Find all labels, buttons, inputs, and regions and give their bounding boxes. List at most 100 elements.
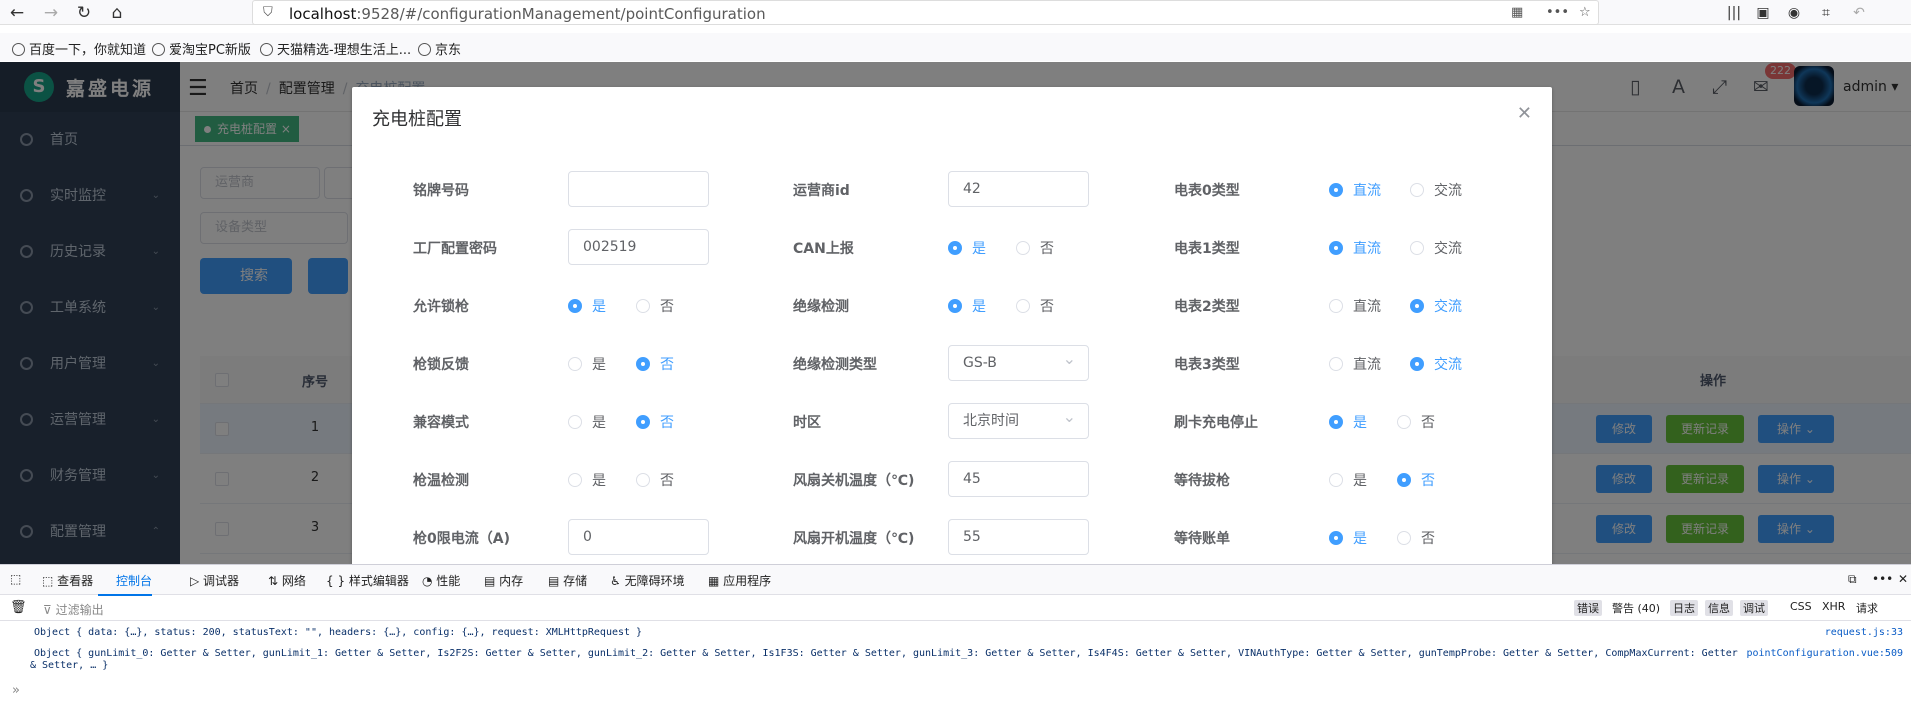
nameplate-input[interactable] bbox=[568, 171, 709, 207]
bookmark-item[interactable]: 天猫精选-理想生活上... bbox=[260, 39, 411, 58]
wait-unplug-no-radio[interactable]: 否 bbox=[1397, 470, 1435, 490]
config-dialog: 充电桩配置 ✕ 铭牌号码 工厂配置密码 002519 允许锁枪 是 否 枪锁反馈… bbox=[352, 87, 1552, 564]
devtools-tabs: ⬚ ⬚ 查看器 控制台 ▷ 调试器 ⇅ 网络 { } 样式编辑器 ◔ 性能 ▤ … bbox=[0, 565, 1911, 596]
star-icon[interactable]: ☆ bbox=[1579, 5, 1591, 20]
qr-code-icon[interactable]: ▦ bbox=[1511, 5, 1523, 20]
globe-icon bbox=[260, 43, 273, 56]
meter0-dc-radio[interactable]: 直流 bbox=[1329, 180, 1381, 200]
compat-no-radio[interactable]: 否 bbox=[636, 412, 674, 432]
close-icon[interactable]: ✕ bbox=[1898, 572, 1908, 586]
undo-icon[interactable]: ↶ bbox=[1848, 2, 1870, 24]
card-stop-yes-radio[interactable]: 是 bbox=[1329, 412, 1367, 432]
meter2-dc-radio[interactable]: 直流 bbox=[1329, 296, 1381, 316]
tab-storage[interactable]: ▤ 存储 bbox=[548, 572, 587, 589]
wait-unplug-yes-radio[interactable]: 是 bbox=[1329, 470, 1367, 490]
source-link[interactable]: pointConfiguration.vue:509 bbox=[1746, 648, 1903, 659]
tab-debugger[interactable]: ▷ 调试器 bbox=[190, 572, 239, 589]
gun0-limit-input[interactable]: 0 bbox=[568, 519, 709, 555]
allow-lock-no-radio[interactable]: 否 bbox=[636, 296, 674, 316]
insulation-no-radio[interactable]: 否 bbox=[1016, 296, 1054, 316]
shield-icon: ⛉ bbox=[263, 5, 273, 20]
account-icon[interactable]: ◉ bbox=[1783, 2, 1805, 24]
fan-on-temp-label: 风扇开机温度（℃) bbox=[793, 531, 915, 547]
filter-input[interactable]: ⊽ 过滤输出 bbox=[43, 601, 104, 618]
level-errors[interactable]: 错误 bbox=[1574, 600, 1602, 616]
can-report-label: CAN上报 bbox=[793, 241, 854, 257]
card-stop-no-radio[interactable]: 否 bbox=[1397, 412, 1435, 432]
dock-icon[interactable]: ⧉ bbox=[1848, 572, 1857, 587]
meter3-ac-radio[interactable]: 交流 bbox=[1410, 354, 1462, 374]
timezone-select[interactable]: 北京时间 bbox=[948, 400, 1089, 439]
fan-on-temp-input[interactable]: 55 bbox=[948, 519, 1089, 555]
console-message-cont: & Setter, … } bbox=[30, 660, 109, 671]
gun0-limit-label: 枪0限电流（A) bbox=[413, 531, 510, 547]
tab-application[interactable]: ▦ 应用程序 bbox=[708, 572, 771, 589]
bookmark-item[interactable]: 京东 bbox=[418, 39, 461, 58]
can-no-radio[interactable]: 否 bbox=[1016, 238, 1054, 258]
url-text: localhost:9528/#/configurationManagement… bbox=[289, 5, 766, 23]
close-icon[interactable]: ✕ bbox=[1517, 103, 1532, 124]
insulation-yes-radio[interactable]: 是 bbox=[948, 296, 986, 316]
more-icon[interactable]: ••• bbox=[1872, 572, 1893, 586]
globe-icon bbox=[152, 43, 165, 56]
url-bar[interactable]: ⛉ localhost:9528/#/configurationManageme… bbox=[252, 0, 1599, 25]
trash-icon[interactable]: 🗑 bbox=[10, 600, 27, 615]
level-warnings[interactable]: 警告 (40) bbox=[1612, 600, 1660, 616]
tab-accessibility[interactable]: ♿ 无障碍环境 bbox=[610, 572, 685, 589]
allow-lock-yes-radio[interactable]: 是 bbox=[568, 296, 606, 316]
nameplate-label: 铭牌号码 bbox=[413, 183, 469, 199]
console-message[interactable]: Object { gunLimit_0: Getter & Setter, gu… bbox=[0, 648, 1911, 659]
can-yes-radio[interactable]: 是 bbox=[948, 238, 986, 258]
pick-element-icon[interactable]: ⬚ bbox=[10, 572, 21, 586]
console-prompt[interactable]: » bbox=[12, 683, 20, 698]
filter-css[interactable]: CSS bbox=[1790, 600, 1812, 613]
tab-performance[interactable]: ◔ 性能 bbox=[422, 572, 460, 589]
level-logs[interactable]: 日志 bbox=[1670, 600, 1698, 616]
operator-id-input[interactable]: 42 bbox=[948, 171, 1089, 207]
tab-network[interactable]: ⇅ 网络 bbox=[268, 572, 306, 589]
forward-icon[interactable]: → bbox=[40, 2, 62, 24]
lock-feedback-no-radio[interactable]: 否 bbox=[636, 354, 674, 374]
tab-memory[interactable]: ▤ 内存 bbox=[484, 572, 523, 589]
console-filter-bar: 🗑 ⊽ 过滤输出 错误 警告 (40) 日志 信息 调试 CSS XHR 请求 bbox=[0, 595, 1911, 621]
lock-feedback-yes-radio[interactable]: 是 bbox=[568, 354, 606, 374]
globe-icon bbox=[418, 43, 431, 56]
bookmark-item[interactable]: 爱淘宝PC新版 bbox=[152, 39, 251, 58]
globe-icon bbox=[12, 43, 25, 56]
meter0-ac-radio[interactable]: 交流 bbox=[1410, 180, 1462, 200]
console-message[interactable]: Object { data: {…}, status: 200, statusT… bbox=[0, 627, 1911, 638]
bookmark-item[interactable]: 百度一下，你就知道 bbox=[12, 39, 146, 58]
compat-yes-radio[interactable]: 是 bbox=[568, 412, 606, 432]
meter2-ac-radio[interactable]: 交流 bbox=[1410, 296, 1462, 316]
home-icon[interactable]: ⌂ bbox=[106, 2, 128, 24]
allow-lock-label: 允许锁枪 bbox=[413, 299, 469, 315]
factory-password-input[interactable]: 002519 bbox=[568, 229, 709, 265]
gun-temp-no-radio[interactable]: 否 bbox=[636, 470, 674, 490]
level-info[interactable]: 信息 bbox=[1705, 600, 1733, 616]
filter-xhr[interactable]: XHR bbox=[1822, 600, 1845, 613]
more-icon[interactable]: ••• bbox=[1546, 5, 1569, 20]
tab-console[interactable]: 控制台 bbox=[97, 572, 153, 596]
source-link[interactable]: request.js:33 bbox=[1825, 627, 1903, 638]
wait-unplug-label: 等待拔枪 bbox=[1174, 473, 1230, 489]
level-debug[interactable]: 调试 bbox=[1740, 600, 1768, 616]
wait-bill-no-radio[interactable]: 否 bbox=[1397, 528, 1435, 548]
tab-style-editor[interactable]: { } 样式编辑器 bbox=[326, 572, 409, 589]
meter1-ac-radio[interactable]: 交流 bbox=[1410, 238, 1462, 258]
wait-bill-yes-radio[interactable]: 是 bbox=[1329, 528, 1367, 548]
meter1-dc-radio[interactable]: 直流 bbox=[1329, 238, 1381, 258]
gun-temp-yes-radio[interactable]: 是 bbox=[568, 470, 606, 490]
reload-icon[interactable]: ↻ bbox=[73, 2, 95, 24]
tab-inspector[interactable]: ⬚ 查看器 bbox=[42, 572, 93, 589]
insulation-type-label: 绝缘检测类型 bbox=[793, 357, 877, 373]
screenshot-icon[interactable]: ⌗ bbox=[1815, 2, 1837, 24]
library-icon[interactable]: ||| bbox=[1723, 2, 1745, 24]
gun-temp-label: 枪温检测 bbox=[413, 473, 469, 489]
insulation-type-select[interactable]: GS-B bbox=[948, 342, 1089, 381]
devtools-panel: ⬚ ⬚ 查看器 控制台 ▷ 调试器 ⇅ 网络 { } 样式编辑器 ◔ 性能 ▤ … bbox=[0, 564, 1911, 724]
back-icon[interactable]: ← bbox=[6, 2, 28, 24]
fan-off-temp-input[interactable]: 45 bbox=[948, 461, 1089, 497]
filter-requests[interactable]: 请求 bbox=[1856, 600, 1878, 616]
sidebar-icon[interactable]: ▣ bbox=[1752, 2, 1774, 24]
meter3-dc-radio[interactable]: 直流 bbox=[1329, 354, 1381, 374]
